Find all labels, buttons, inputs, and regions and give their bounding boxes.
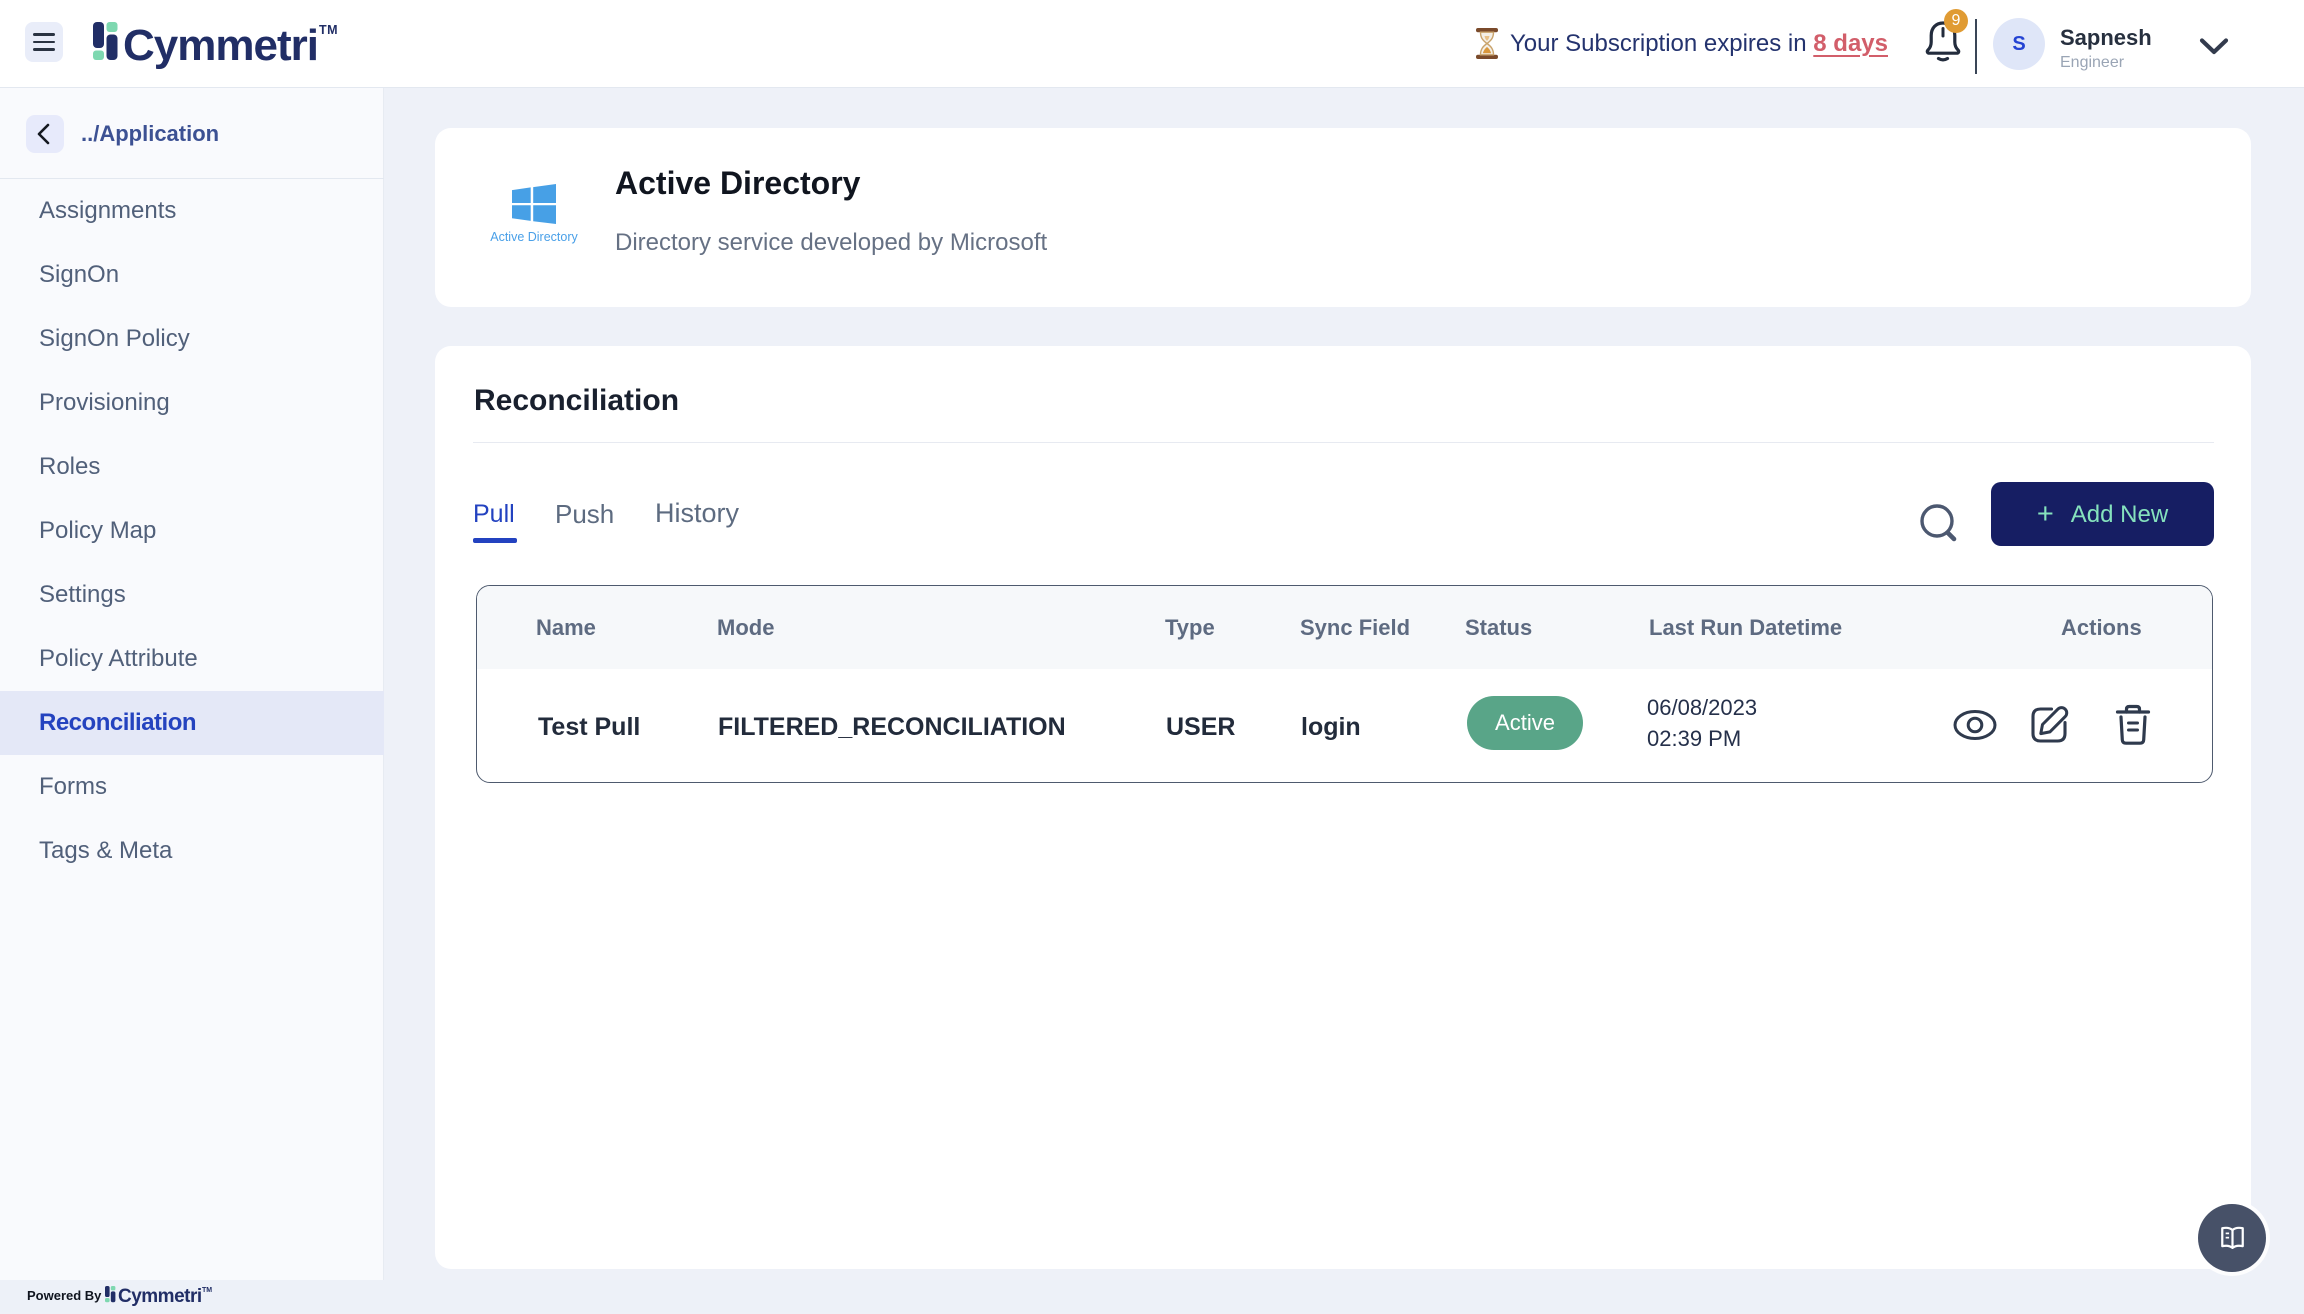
svg-text:Cymmetri: Cymmetri	[123, 21, 318, 70]
svg-text:Cymmetri: Cymmetri	[118, 1286, 202, 1307]
svg-text:TM: TM	[202, 1287, 212, 1294]
svg-text:TM: TM	[319, 23, 338, 37]
